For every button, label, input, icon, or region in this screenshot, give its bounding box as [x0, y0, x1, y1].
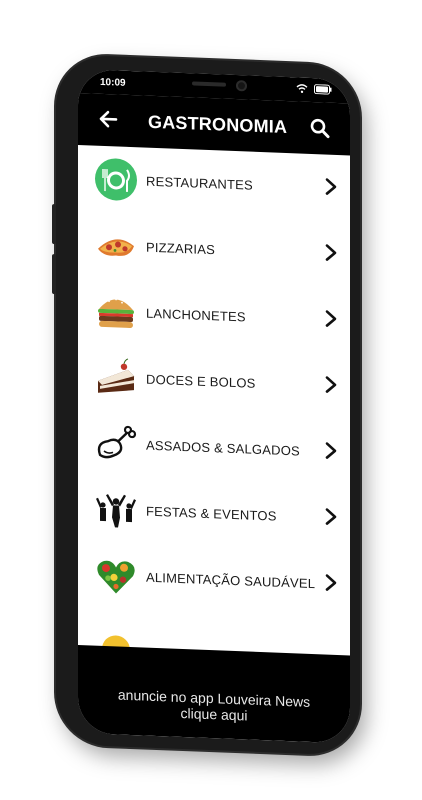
list-item-label: LANCHONETES: [146, 305, 246, 324]
battery-icon: [314, 84, 332, 95]
cake-icon: [98, 358, 134, 393]
list-item-label: ALIMENTAÇÃO SAUDÁVEL: [146, 569, 316, 591]
plate-cutlery-icon: [95, 158, 137, 201]
chevron-right-icon: [325, 178, 337, 195]
list-item-doces-e-bolos[interactable]: DOCES E BOLOS: [78, 343, 350, 419]
category-list: RESTAURANTES PIZZARIAS LANCHONETES DOCES…: [78, 145, 350, 683]
list-item-alimentacao-saudavel[interactable]: ALIMENTAÇÃO SAUDÁVEL: [78, 541, 350, 617]
party-crowd-icon: [96, 494, 136, 528]
list-item-label: RESTAURANTES: [146, 173, 253, 193]
list-item-assados-e-salgados[interactable]: ASSADOS & SALGADOS: [78, 409, 350, 485]
roast-chicken-icon: [97, 425, 137, 459]
volume-up-button: [52, 204, 56, 245]
burger-icon: [98, 298, 134, 329]
list-item-label: FESTAS & EVENTOS: [146, 503, 277, 524]
list-item-festas-e-eventos[interactable]: FESTAS & EVENTOS: [78, 475, 350, 551]
chevron-right-icon: [325, 442, 337, 459]
pizza-icon: [98, 239, 134, 256]
wifi-icon: [296, 84, 308, 94]
status-time: 10:09: [100, 76, 126, 89]
volume-down-button: [52, 254, 56, 295]
chevron-right-icon: [325, 310, 337, 327]
heart-fruits-icon: [97, 560, 135, 594]
list-item-pizzarias[interactable]: PIZZARIAS: [78, 211, 350, 287]
ad-banner-link[interactable]: anuncie no app Louveira News clique aqui: [78, 685, 350, 727]
search-icon[interactable]: [308, 116, 332, 141]
chevron-right-icon: [325, 574, 337, 591]
back-arrow-icon[interactable]: [96, 106, 122, 133]
screen: 10:09 GASTRONOMIA RESTAURANTES PIZZARIAS…: [78, 69, 350, 744]
page-title: GASTRONOMIA: [148, 111, 288, 138]
phone-frame: 10:09 GASTRONOMIA RESTAURANTES PIZZARIAS…: [52, 54, 360, 756]
chevron-right-icon: [325, 508, 337, 525]
ad-banner: anuncie no app Louveira News clique aqui: [78, 645, 350, 744]
list-item-label: PIZZARIAS: [146, 239, 215, 257]
list-item-restaurantes[interactable]: RESTAURANTES: [78, 145, 350, 221]
speaker-grill: [192, 81, 226, 87]
chevron-right-icon: [325, 244, 337, 261]
notch: [140, 71, 290, 100]
list-item-label: DOCES E BOLOS: [146, 371, 256, 391]
chevron-right-icon: [325, 376, 337, 393]
list-item-label: ASSADOS & SALGADOS: [146, 437, 300, 459]
status-icons: [296, 83, 332, 95]
front-camera: [236, 80, 247, 92]
list-item-lanchonetes[interactable]: LANCHONETES: [78, 277, 350, 353]
